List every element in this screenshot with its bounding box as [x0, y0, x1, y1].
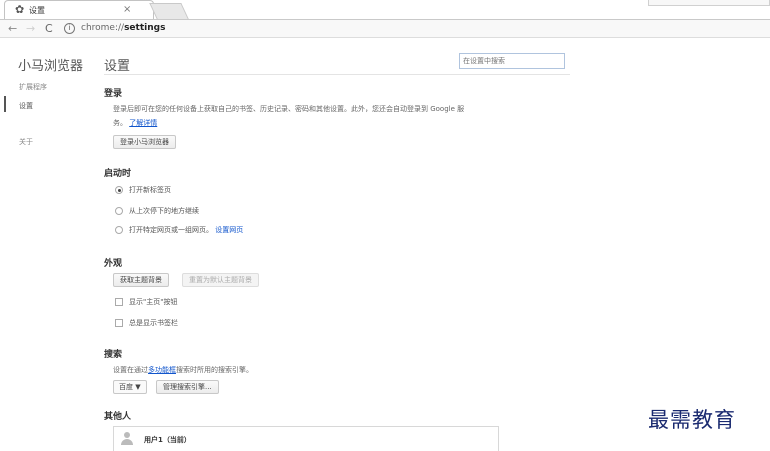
reload-icon[interactable]: C — [45, 22, 53, 36]
startup-option-label: 打开特定网页或一组网页。 设置网页 — [129, 225, 243, 235]
settings-search-input[interactable] — [459, 53, 565, 69]
browser-toolbar: ← → C i chrome://settings — [0, 20, 770, 38]
section-heading-startup: 启动时 — [104, 169, 132, 179]
section-heading-appearance: 外观 — [104, 259, 123, 269]
new-tab-button[interactable] — [149, 3, 189, 19]
header-divider — [104, 74, 570, 75]
manage-search-engines-button[interactable]: 管理搜索引擎... — [156, 380, 219, 394]
people-list: 用户1（当前） — [113, 426, 499, 451]
show-bookmarks-label: 总是显示书签栏 — [129, 319, 178, 327]
radio-button-selected[interactable] — [115, 186, 123, 194]
dropdown-arrow-icon: ▼ — [135, 383, 141, 391]
signin-description-line2: 务。 了解详情 — [113, 118, 157, 128]
signin-button[interactable]: 登录小马浏览器 — [113, 135, 176, 149]
avatar — [120, 432, 134, 446]
set-pages-link[interactable]: 设置网页 — [215, 226, 243, 234]
learn-more-link[interactable]: 了解详情 — [129, 119, 157, 127]
tab-strip: ✿ 设置 × — [0, 0, 770, 20]
sidebar-item-about[interactable]: 关于 — [19, 137, 33, 147]
checkbox[interactable] — [115, 298, 123, 306]
back-arrow-icon[interactable]: ← — [8, 22, 17, 36]
forward-arrow-icon[interactable]: → — [26, 22, 35, 36]
info-icon[interactable]: i — [64, 23, 75, 34]
show-home-label: 显示"主页"按钮 — [129, 298, 178, 306]
sidebar-item-extensions[interactable]: 扩展程序 — [19, 82, 47, 92]
reset-theme-button[interactable]: 重置为默认主题背景 — [182, 273, 259, 287]
sidebar-active-marker — [4, 96, 6, 112]
search-description-suffix: 搜索时所用的搜索引擎。 — [176, 366, 253, 374]
gear-icon: ✿ — [15, 3, 25, 16]
get-themes-button[interactable]: 获取主题背景 — [113, 273, 169, 287]
checkbox[interactable] — [115, 319, 123, 327]
section-heading-signin: 登录 — [104, 89, 123, 99]
watermark-logo: 最需教育 — [648, 408, 736, 432]
search-engine-select[interactable]: 百度 ▼ — [113, 380, 147, 394]
radio-button[interactable] — [115, 207, 123, 215]
section-heading-people: 其他人 — [104, 412, 132, 422]
tab-title: 设置 — [29, 6, 45, 15]
startup-option-label-text: 打开特定网页或一组网页。 — [129, 226, 213, 234]
avatar-body-shape — [121, 439, 133, 445]
page-title: 设置 — [104, 59, 131, 74]
address-url[interactable]: chrome://settings — [81, 23, 165, 33]
tab-settings[interactable]: ✿ 设置 × — [4, 0, 154, 20]
startup-option-label: 打开新标签页 — [129, 186, 171, 194]
avatar-head-shape — [124, 432, 130, 438]
signin-description-line2-text: 务。 — [113, 119, 127, 127]
address-bar[interactable]: i chrome://settings — [64, 22, 764, 36]
close-tab-icon[interactable]: × — [123, 4, 131, 15]
signin-description-line1: 登录后即可在您的任何设备上获取自己的书签、历史记录、密码和其他设置。此外，您还会… — [113, 105, 465, 113]
sidebar-item-settings[interactable]: 设置 — [19, 101, 33, 111]
search-description: 设置在通过多功能框搜索时所用的搜索引擎。 — [113, 365, 253, 375]
search-engine-value: 百度 — [119, 383, 133, 391]
person-name[interactable]: 用户1（当前） — [144, 435, 191, 445]
window-controls — [648, 0, 770, 6]
radio-button[interactable] — [115, 226, 123, 234]
url-path: settings — [124, 23, 166, 33]
omnibox-link[interactable]: 多功能框 — [148, 366, 176, 374]
browser-brand: 小马浏览器 — [18, 59, 84, 74]
url-scheme: chrome:// — [81, 23, 125, 33]
startup-option-label: 从上次停下的地方继续 — [129, 207, 199, 215]
section-heading-search: 搜索 — [104, 350, 123, 360]
search-description-prefix: 设置在通过 — [113, 366, 148, 374]
